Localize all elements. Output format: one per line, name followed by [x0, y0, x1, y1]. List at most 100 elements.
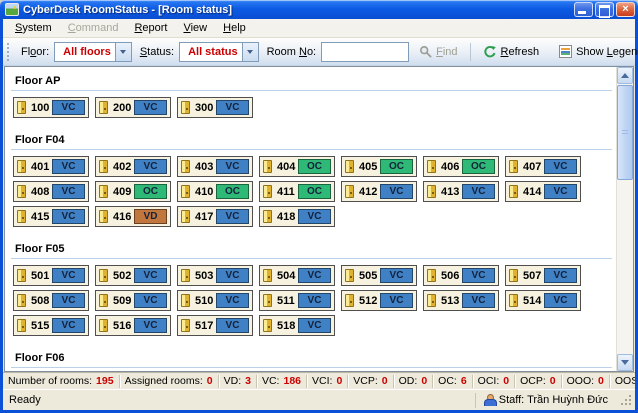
window-title: CyberDesk RoomStatus - [Room status]	[23, 4, 574, 16]
room-cell-414[interactable]: 414VC	[505, 181, 581, 202]
room-cell-410[interactable]: 410OC	[177, 181, 253, 202]
counter-label: VCI:	[312, 375, 332, 387]
minimize-button[interactable]	[574, 2, 593, 17]
room-cell-402[interactable]: 402VC	[95, 156, 171, 177]
room-cell-100[interactable]: 100VC	[13, 97, 89, 118]
room-grid: 100VC 200VC 300VC	[11, 97, 612, 118]
room-cell-412[interactable]: 412VC	[341, 181, 417, 202]
room-cell-403[interactable]: 403VC	[177, 156, 253, 177]
room-cell-300[interactable]: 300VC	[177, 97, 253, 118]
room-cell-511[interactable]: 511VC	[259, 290, 335, 311]
room-cell-405[interactable]: 405OC	[341, 156, 417, 177]
counter-label: OCP:	[520, 375, 546, 387]
room-cell-501[interactable]: 501VC	[13, 265, 89, 286]
counter-value: 0	[598, 375, 604, 387]
room-cell-508[interactable]: 508VC	[13, 290, 89, 311]
status-filter-value: All status	[184, 43, 242, 61]
room-cell-404[interactable]: 404OC	[259, 156, 335, 177]
resize-grip[interactable]	[620, 394, 633, 407]
room-number: 405	[359, 161, 377, 173]
room-cell-503[interactable]: 503VC	[177, 265, 253, 286]
window-frame: SystemCommandReportViewHelp Floor: All f…	[0, 19, 638, 413]
floor-section: Floor F06	[11, 349, 612, 368]
vertical-scrollbar[interactable]	[616, 67, 633, 371]
room-cell-517[interactable]: 517VC	[177, 315, 253, 336]
room-cell-411[interactable]: 411OC	[259, 181, 335, 202]
toolbar-grip[interactable]	[7, 43, 9, 61]
room-number: 411	[277, 186, 295, 198]
room-cell-413[interactable]: 413VC	[423, 181, 499, 202]
room-cell-512[interactable]: 512VC	[341, 290, 417, 311]
chevron-down-icon[interactable]	[115, 43, 131, 61]
scrollbar-thumb[interactable]	[617, 85, 633, 180]
room-cell-409[interactable]: 409OC	[95, 181, 171, 202]
room-cell-506[interactable]: 506VC	[423, 265, 499, 286]
room-status-badge: VC	[544, 184, 577, 199]
menu-item-help[interactable]: Help	[215, 20, 254, 36]
counter-value: 0	[336, 375, 342, 387]
scroll-down-button[interactable]	[617, 354, 633, 371]
floor-section: Floor F04401VC402VC403VC404OC405OC406OC4…	[11, 131, 612, 227]
room-cell-406[interactable]: 406OC	[423, 156, 499, 177]
room-cell-507[interactable]: 507VC	[505, 265, 581, 286]
titlebar[interactable]: CyberDesk RoomStatus - [Room status] ×	[0, 0, 638, 19]
counter-label: OOS:	[615, 375, 635, 387]
room-status-badge: VC	[134, 293, 167, 308]
show-legend-button[interactable]: Show Legend	[553, 42, 638, 61]
scroll-up-button[interactable]	[617, 67, 633, 84]
room-cell-408[interactable]: 408VC	[13, 181, 89, 202]
room-number: 507	[523, 270, 541, 282]
floor-list: Floor AP100VC200VC300VCFloor F04401VC402…	[5, 67, 616, 371]
floor-filter-value: All floors	[59, 43, 115, 61]
room-cell-514[interactable]: 514VC	[505, 290, 581, 311]
counter-segment: VC:186	[257, 375, 307, 388]
scrollbar-track[interactable]	[617, 181, 633, 354]
room-number: 515	[31, 320, 49, 332]
room-number: 414	[523, 186, 541, 198]
room-status-badge: VC	[380, 293, 413, 308]
floor-filter-select[interactable]: All floors	[54, 42, 132, 62]
room-cell-415[interactable]: 415VC	[13, 206, 89, 227]
room-status-badge: VC	[216, 100, 249, 115]
door-icon	[509, 160, 518, 173]
counter-segment: VD:3	[219, 375, 257, 388]
maximize-button[interactable]	[595, 2, 614, 17]
room-cell-504[interactable]: 504VC	[259, 265, 335, 286]
room-number: 413	[441, 186, 459, 198]
menu-item-report[interactable]: Report	[126, 20, 175, 36]
room-cell-502[interactable]: 502VC	[95, 265, 171, 286]
room-cell-401[interactable]: 401VC	[13, 156, 89, 177]
door-icon	[181, 210, 190, 223]
room-no-input[interactable]	[321, 42, 409, 62]
chevron-down-icon[interactable]	[242, 43, 258, 61]
room-cell-505[interactable]: 505VC	[341, 265, 417, 286]
room-cell-510[interactable]: 510VC	[177, 290, 253, 311]
menu-item-view[interactable]: View	[175, 20, 215, 36]
door-icon	[345, 294, 354, 307]
counter-label: Assigned rooms:	[125, 375, 203, 387]
room-cell-515[interactable]: 515VC	[13, 315, 89, 336]
room-number: 506	[441, 270, 459, 282]
toolbar-separator	[470, 43, 471, 61]
refresh-button[interactable]: Refresh	[477, 42, 546, 62]
counter-label: OC:	[438, 375, 457, 387]
room-cell-513[interactable]: 513VC	[423, 290, 499, 311]
status-filter-select[interactable]: All status	[179, 42, 259, 62]
menu-item-system[interactable]: System	[7, 20, 60, 36]
room-number: 505	[359, 270, 377, 282]
room-status-badge: VC	[134, 318, 167, 333]
room-cell-416[interactable]: 416VD	[95, 206, 171, 227]
room-cell-518[interactable]: 518VC	[259, 315, 335, 336]
room-cell-509[interactable]: 509VC	[95, 290, 171, 311]
close-button[interactable]: ×	[616, 2, 635, 17]
room-status-badge: VC	[298, 293, 331, 308]
room-cell-516[interactable]: 516VC	[95, 315, 171, 336]
room-cell-200[interactable]: 200VC	[95, 97, 171, 118]
room-cell-418[interactable]: 418VC	[259, 206, 335, 227]
room-cell-417[interactable]: 417VC	[177, 206, 253, 227]
counter-value: 186	[283, 375, 301, 387]
door-icon	[181, 185, 190, 198]
room-cell-407[interactable]: 407VC	[505, 156, 581, 177]
room-status-badge: VC	[298, 318, 331, 333]
door-icon	[99, 319, 108, 332]
